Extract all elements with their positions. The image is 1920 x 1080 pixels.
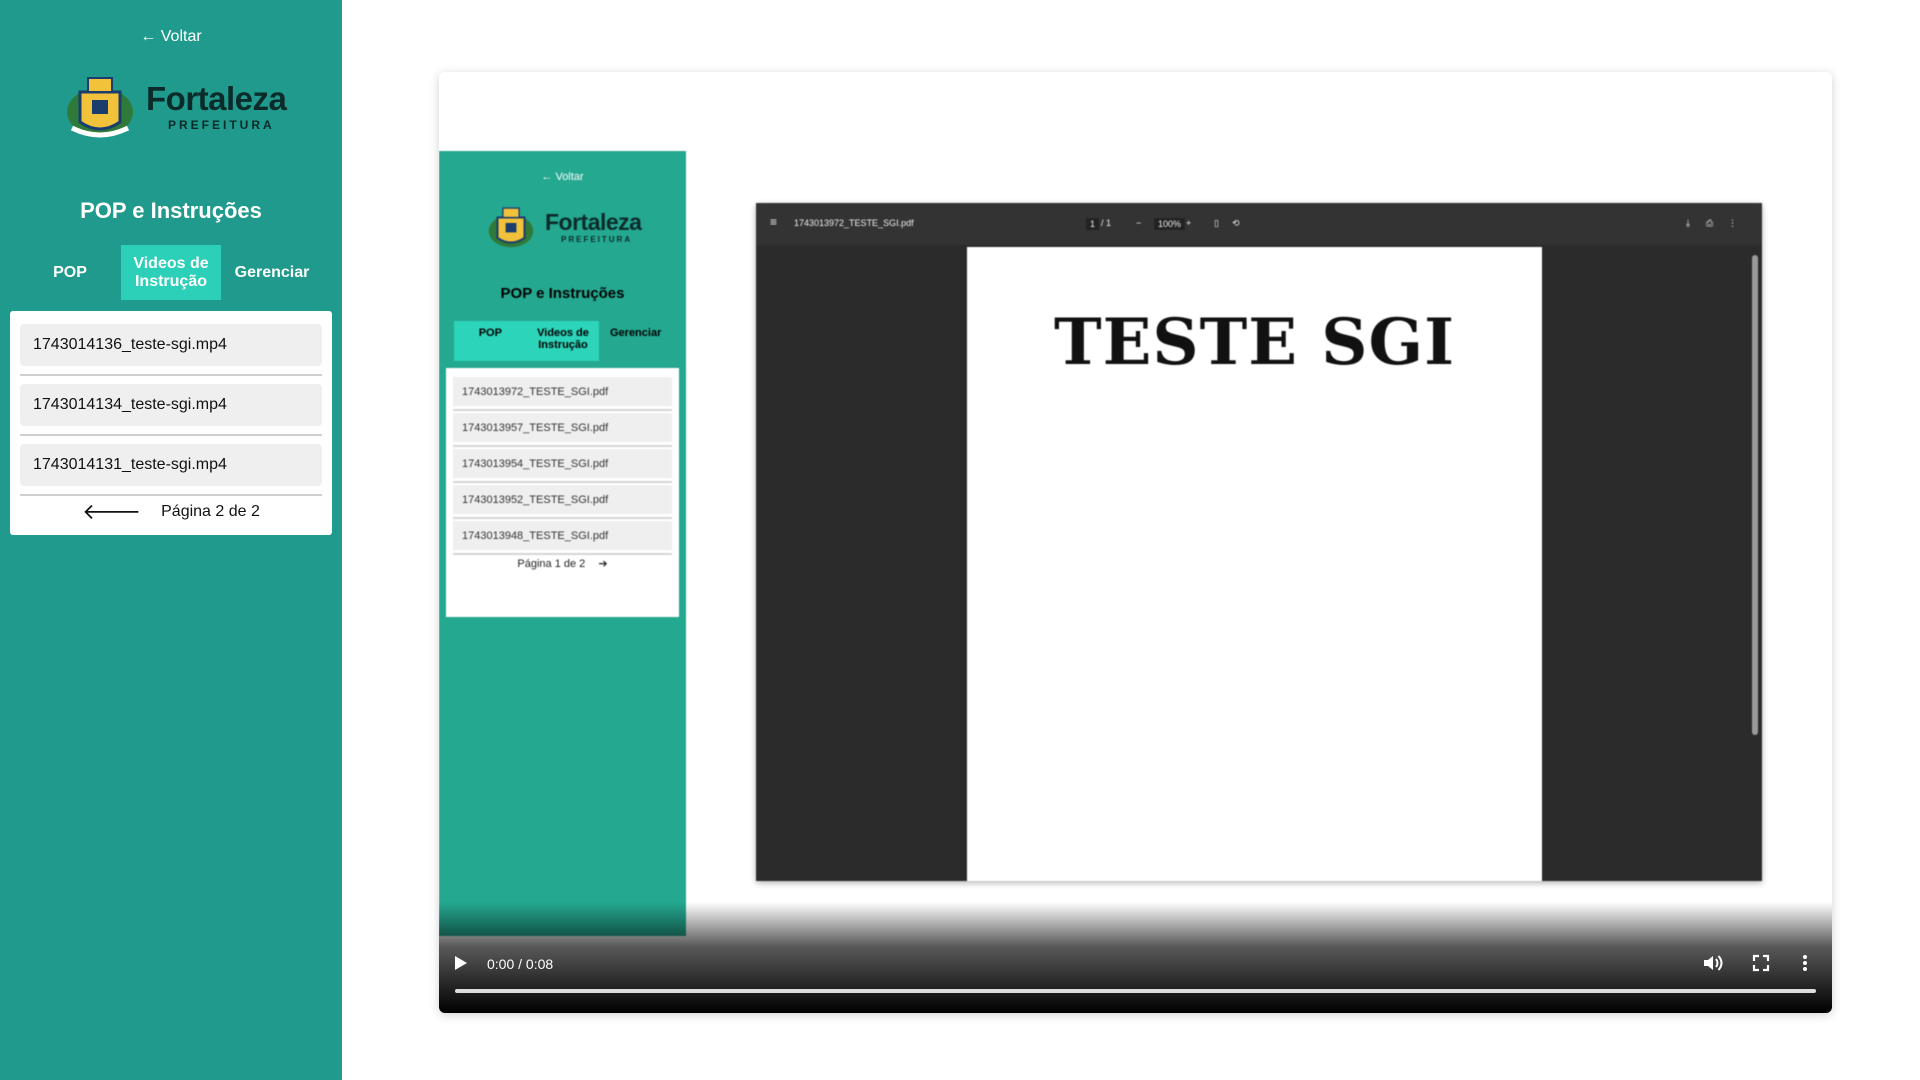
logo-subtitle: PREFEITURA — [168, 117, 275, 132]
sidebar: ← Voltar Fortaleza PREFEITURA POP e Inst… — [0, 0, 342, 1080]
list-item: 1743013957_TESTE_SGI.pdf — [453, 413, 672, 442]
download-icon: ⤓ — [1686, 218, 1690, 228]
tab-bar: POP Videos de Instrução Gerenciar — [20, 245, 322, 300]
arrow-right-icon: ➔ — [598, 558, 608, 570]
pdf-filename: 1743013972_TESTE_SGI.pdf — [794, 218, 914, 228]
arrow-left-icon[interactable]: 🡐 — [82, 501, 141, 523]
play-icon[interactable] — [454, 955, 468, 971]
controls-overlay — [439, 902, 1832, 1013]
fullscreen-icon[interactable] — [1752, 954, 1770, 972]
frame-pagination: Página 1 de 2 ➔ — [446, 557, 679, 570]
frame-back-link: ← Voltar — [541, 171, 584, 183]
divider — [453, 553, 672, 555]
frame-logo-subtitle: PREFEITURA — [561, 234, 633, 244]
divider — [20, 374, 322, 376]
print-icon: ⎙ — [1706, 218, 1714, 228]
tab-gerenciar[interactable]: Gerenciar — [222, 245, 322, 300]
pagination-label: Página 2 de 2 — [161, 503, 260, 520]
pdf-zoom: 100% — [1154, 218, 1186, 230]
pdf-toolbar: ≡ 1743013972_TESTE_SGI.pdf 1 / 1 − 100% … — [756, 203, 1762, 245]
fit-page-icon: ▯ — [1214, 218, 1219, 228]
more-options-icon[interactable] — [1801, 954, 1809, 972]
frame-file-list: 1743013972_TESTE_SGI.pdf 1743013957_TEST… — [446, 368, 679, 617]
kebab-icon: ⋮ — [1728, 218, 1737, 228]
pdf-page-input: 1 — [1086, 218, 1100, 230]
list-item: 1743013972_TESTE_SGI.pdf — [453, 377, 672, 406]
divider — [20, 434, 322, 436]
menu-icon: ≡ — [770, 215, 778, 229]
list-item[interactable]: 1743014131_teste-sgi.mp4 — [20, 444, 322, 486]
tab-videos[interactable]: Videos de Instrução — [121, 245, 221, 300]
list-item: 1743013954_TESTE_SGI.pdf — [453, 449, 672, 478]
pdf-page-total: / 1 — [1101, 218, 1112, 228]
city-crest-icon — [488, 207, 534, 248]
back-link[interactable]: ← Voltar — [0, 28, 342, 46]
divider — [453, 409, 672, 411]
zoom-in-icon: + — [1186, 218, 1192, 228]
frame-tab-videos: Videos de Instrução — [526, 321, 600, 361]
pdf-scrollbar — [1752, 255, 1758, 735]
list-item: 1743013948_TESTE_SGI.pdf — [453, 521, 672, 550]
frame-logo-name: Fortaleza — [545, 208, 642, 235]
frame-tab-pop: POP — [454, 321, 527, 361]
pdf-page: TESTE SGI — [967, 247, 1542, 881]
pdf-heading: TESTE SGI — [1053, 305, 1456, 380]
video-frame: ← Voltar Fortaleza PREFEITURA POP e Inst… — [439, 72, 1832, 1013]
list-item[interactable]: 1743014134_teste-sgi.mp4 — [20, 384, 322, 426]
city-crest-icon — [67, 77, 133, 138]
divider — [453, 517, 672, 519]
fortaleza-logo: Fortaleza PREFEITURA — [62, 72, 287, 140]
zoom-out-icon: − — [1136, 218, 1142, 228]
pdf-viewer: ≡ 1743013972_TESTE_SGI.pdf 1 / 1 − 100% … — [756, 203, 1762, 881]
volume-icon[interactable] — [1703, 954, 1723, 972]
logo-name: Fortaleza — [146, 79, 287, 117]
frame-title: POP e Instruções — [500, 285, 625, 302]
rotate-icon: ⟲ — [1232, 218, 1240, 228]
frame-logo: Fortaleza PREFEITURA — [485, 204, 642, 250]
page-title: POP e Instruções — [80, 198, 262, 223]
pagination: 🡐 Página 2 de 2 — [10, 500, 332, 524]
progress-bar[interactable] — [455, 989, 1816, 993]
frame-pagination-label: Página 1 de 2 — [517, 558, 586, 570]
frame-tab-bar: POP Videos de Instrução Gerenciar — [454, 321, 672, 361]
time-display: 0:00 / 0:08 — [487, 956, 554, 972]
divider — [453, 481, 672, 483]
divider — [20, 494, 322, 496]
video-player[interactable]: ← Voltar Fortaleza PREFEITURA POP e Inst… — [439, 72, 1832, 1013]
list-item: 1743013952_TESTE_SGI.pdf — [453, 485, 672, 514]
list-item[interactable]: 1743014136_teste-sgi.mp4 — [20, 324, 322, 366]
frame-tab-gerenciar: Gerenciar — [609, 327, 662, 339]
file-list: 1743014136_teste-sgi.mp4 1743014134_test… — [10, 311, 332, 535]
tab-pop[interactable]: POP — [20, 245, 120, 300]
divider — [453, 445, 672, 447]
